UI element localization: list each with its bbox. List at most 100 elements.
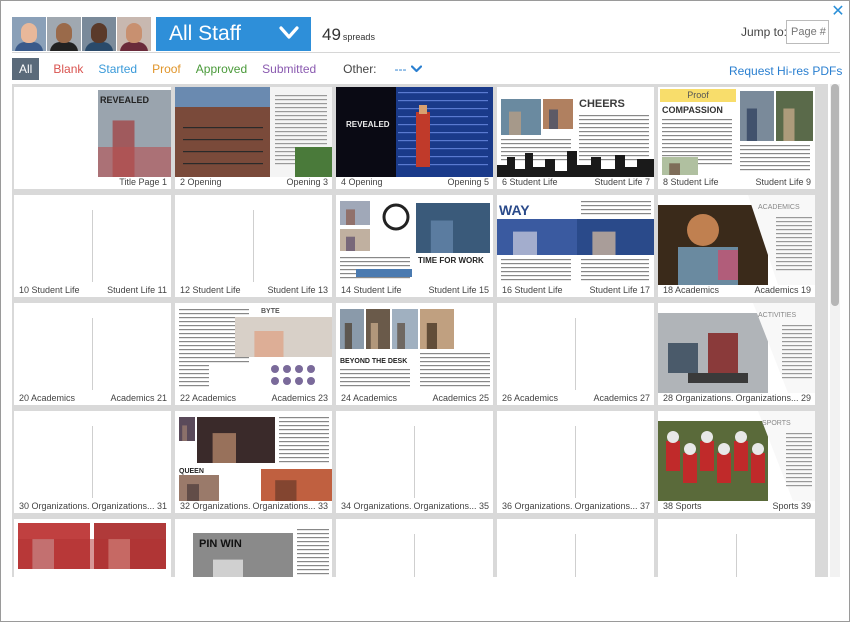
- spread-page-preview: BYTE: [175, 303, 332, 393]
- spread-thumbnail[interactable]: 10 Student Life Student Life 11: [14, 195, 171, 297]
- spread-page-preview: WAY: [497, 195, 654, 285]
- staff-dropdown[interactable]: All Staff: [156, 17, 311, 51]
- filter-tab-submitted[interactable]: Submitted: [262, 58, 316, 80]
- spread-fold-line: [736, 534, 737, 577]
- spread-right-page-label: Student Life 15: [427, 285, 490, 295]
- spread-left-page-label: 26 Academics: [501, 393, 560, 403]
- spread-left-page-label: 22 Academics: [179, 393, 238, 403]
- spread-right-page-label: Academics 27: [592, 393, 651, 403]
- other-filter-value: ---: [394, 62, 407, 76]
- scrollbar-thumb[interactable]: [831, 84, 839, 306]
- spread-page-preview: REVEALED: [336, 87, 493, 177]
- spread-art-title: PIN WIN: [199, 538, 242, 550]
- request-hires-pdfs-link[interactable]: Request Hi-res PDFs: [729, 64, 842, 78]
- spread-thumbnail[interactable]: WAY 16 Student Life Student Life 17: [497, 195, 654, 297]
- spread-left-page-label: 16 Student Life: [501, 285, 564, 295]
- spread-fold-line: [575, 426, 576, 498]
- spread-right-page-label: Organizations... 31: [90, 501, 168, 511]
- spread-right-page-label: Opening 5: [446, 177, 490, 187]
- spread-thumbnail[interactable]: [497, 519, 654, 577]
- spread-right-page-label: Academics 21: [109, 393, 168, 403]
- spread-thumbnail[interactable]: COMPASSION Proof 8 Student Life Student Lif…: [658, 87, 815, 189]
- spread-art-title: BYTE: [261, 308, 280, 315]
- spread-page-preview: ACADEMICS: [658, 195, 815, 285]
- spread-right-page-label: Title Page 1: [118, 177, 168, 187]
- spread-left-page-label: 28 Organizations...: [662, 393, 740, 403]
- close-icon[interactable]: ✕: [830, 4, 846, 20]
- spread-thumbnail[interactable]: [336, 519, 493, 577]
- spread-left-page-label: 32 Organizations...: [179, 501, 257, 511]
- spread-right-page-label: Student Life 11: [106, 285, 168, 295]
- spread-right-page-label: Academics 19: [753, 285, 812, 295]
- spread-art-title: TIME FOR WORK: [418, 256, 484, 265]
- filter-tab-approved[interactable]: Approved: [196, 58, 247, 80]
- spread-thumbnail[interactable]: 34 Organizations... Organizations... 35: [336, 411, 493, 513]
- spread-thumbnail[interactable]: SPORTS 38 Sports Sports 39: [658, 411, 815, 513]
- spread-fold-line: [92, 210, 93, 282]
- spread-fold-line: [575, 534, 576, 577]
- spread-art-title: ACADEMICS: [758, 204, 800, 211]
- spread-thumbnail[interactable]: ACADEMICS 18 Academics Academics 19: [658, 195, 815, 297]
- spread-thumbnail[interactable]: 30 Organizations... Organizations... 31: [14, 411, 171, 513]
- spread-page-preview: CHEERS: [497, 87, 654, 177]
- spread-page-preview: SPORTS: [658, 411, 815, 501]
- spread-right-page-label: Academics 25: [431, 393, 490, 403]
- spread-art-title: QUEEN: [179, 468, 204, 475]
- filter-tab-blank[interactable]: Blank: [53, 58, 83, 80]
- spread-thumbnail[interactable]: BEYOND THE DESK 24 Academics Academics 25: [336, 303, 493, 405]
- other-filter-label: Other:: [343, 62, 377, 76]
- spread-right-page-label: Opening 3: [285, 177, 329, 187]
- spread-thumbnail[interactable]: 26 Academics Academics 27: [497, 303, 654, 405]
- spread-left-page-label: 14 Student Life: [340, 285, 403, 295]
- filter-tab-proof[interactable]: Proof: [152, 58, 181, 80]
- filter-tab-all[interactable]: All: [12, 58, 40, 80]
- spread-thumbnail[interactable]: REVEALED Title Page 1: [14, 87, 171, 189]
- spread-thumbnail[interactable]: [658, 519, 815, 577]
- spread-right-page-label: Academics 23: [270, 393, 329, 403]
- filter-tab-started[interactable]: Started: [98, 58, 137, 80]
- spread-right-page-label: Student Life 17: [588, 285, 651, 295]
- spread-thumbnail[interactable]: 2 Opening Opening 3: [175, 87, 332, 189]
- spread-thumbnail[interactable]: ACTIVITIES 28 Organizations... Organizatio…: [658, 303, 815, 405]
- spread-count-unit: spreads: [342, 32, 375, 42]
- spread-page-preview: [175, 87, 332, 177]
- avatar[interactable]: [117, 17, 151, 51]
- proof-status-badge: Proof: [660, 89, 736, 102]
- header-divider: [12, 52, 840, 53]
- jump-to-page-input[interactable]: [786, 20, 829, 44]
- spread-thumbnail[interactable]: CHEERS 6 Student Life Student Life 7: [497, 87, 654, 189]
- other-filter-dropdown[interactable]: ---: [395, 62, 422, 76]
- spread-left-page-label: 8 Student Life: [662, 177, 720, 187]
- spread-art-title: BEYOND THE DESK: [340, 358, 407, 365]
- spread-thumbnail[interactable]: TIME FOR WORK 14 Student Life Student Life…: [336, 195, 493, 297]
- spread-thumbnail[interactable]: 20 Academics Academics 21: [14, 303, 171, 405]
- spread-fold-line: [414, 426, 415, 498]
- spread-thumbnail[interactable]: QUEEN 32 Organizations... Organizations...…: [175, 411, 332, 513]
- spread-page-preview: TIME FOR WORK: [336, 195, 493, 285]
- spread-left-page-label: 24 Academics: [340, 393, 399, 403]
- spread-left-page-label: 30 Organizations...: [18, 501, 96, 511]
- spread-left-page-label: 10 Student Life: [18, 285, 81, 295]
- spread-thumbnail[interactable]: PIN WIN: [175, 519, 332, 577]
- spread-page-preview: PIN WIN: [175, 519, 332, 577]
- spread-thumbnail[interactable]: 36 Organizations... Organizations... 37: [497, 411, 654, 513]
- spread-right-page-label: Organizations... 35: [412, 501, 490, 511]
- spread-thumbnail[interactable]: BYTE 22 Academics Academics 23: [175, 303, 332, 405]
- grid-scrollbar[interactable]: [830, 84, 840, 577]
- avatar[interactable]: [82, 17, 116, 51]
- spread-left-page-label: 12 Student Life: [179, 285, 242, 295]
- spread-art-title: CHEERS: [579, 98, 625, 110]
- avatar[interactable]: [12, 17, 46, 51]
- spread-page-preview: [14, 519, 171, 577]
- spread-count-number: 49: [322, 25, 341, 44]
- spread-thumbnail[interactable]: [14, 519, 171, 577]
- spread-thumbnail[interactable]: 12 Student Life Student Life 13: [175, 195, 332, 297]
- spread-right-page-label: Organizations... 37: [573, 501, 651, 511]
- spread-right-page-label: Sports 39: [771, 501, 812, 511]
- spread-page-preview: QUEEN: [175, 411, 332, 501]
- spread-fold-line: [575, 318, 576, 390]
- avatar[interactable]: [47, 17, 81, 51]
- spread-left-page-label: 36 Organizations...: [501, 501, 579, 511]
- spread-thumbnail[interactable]: REVEALED 4 Opening Opening 5: [336, 87, 493, 189]
- spread-left-page-label: 6 Student Life: [501, 177, 559, 187]
